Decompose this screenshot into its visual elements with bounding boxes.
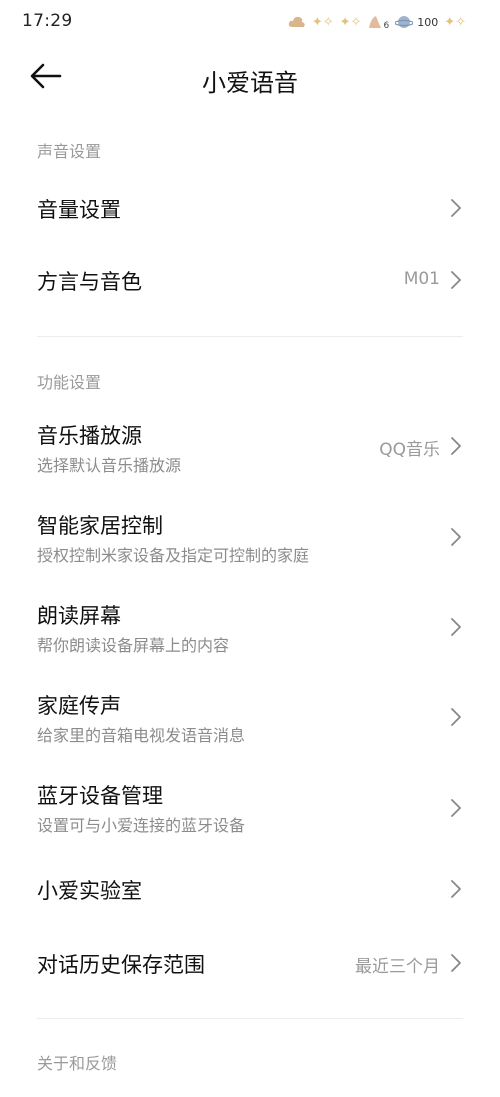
row-bluetooth-devices[interactable]: 蓝牙设备管理 设置可与小爱连接的蓝牙设备 xyxy=(0,772,500,842)
section-header-sound: 声音设置 xyxy=(37,142,102,161)
row-title: 小爱实验室 xyxy=(37,879,142,903)
status-time: 17:29 xyxy=(22,11,73,31)
row-read-screen[interactable]: 朗读屏幕 帮你朗读设备屏幕上的内容 xyxy=(0,592,500,662)
row-value: M01 xyxy=(403,269,440,289)
row-title: 朗读屏幕 xyxy=(37,604,121,628)
sparkle-icon: ✦✧ xyxy=(444,14,466,30)
status-bar: 17:29 ✦✧ ✦✧ 6 100 ✦✧ xyxy=(0,0,500,44)
row-title: 音量设置 xyxy=(37,198,121,222)
row-title: 智能家居控制 xyxy=(37,514,163,538)
row-title: 对话历史保存范围 xyxy=(37,953,205,977)
sparkle-icon: ✦✧ xyxy=(339,14,362,30)
chevron-right-icon xyxy=(451,199,461,217)
row-subtitle: 帮你朗读设备屏幕上的内容 xyxy=(37,636,230,655)
row-value: 最近三个月 xyxy=(355,957,440,977)
chevron-right-icon xyxy=(451,799,461,817)
chevron-right-icon xyxy=(451,708,461,726)
row-dialect-voice[interactable]: 方言与音色 M01 xyxy=(0,252,500,308)
row-volume-settings[interactable]: 音量设置 xyxy=(0,180,500,236)
planet-icon xyxy=(395,16,414,28)
chevron-right-icon xyxy=(451,528,461,546)
sparkle-icon: ✦✧ xyxy=(311,14,334,30)
row-subtitle: 设置可与小爱连接的蓝牙设备 xyxy=(37,816,246,835)
row-title: 方言与音色 xyxy=(37,270,142,294)
row-subtitle: 授权控制米家设备及指定可控制的家庭 xyxy=(37,546,310,565)
row-smart-home-control[interactable]: 智能家居控制 授权控制米家设备及指定可控制的家庭 xyxy=(0,502,500,572)
section-divider xyxy=(37,336,463,337)
row-family-broadcast[interactable]: 家庭传声 给家里的音箱电视发语音消息 xyxy=(0,682,500,752)
row-xiaoai-lab[interactable]: 小爱实验室 xyxy=(0,861,500,917)
row-subtitle: 选择默认音乐播放源 xyxy=(37,456,182,475)
chevron-right-icon xyxy=(451,880,461,898)
battery-level: 100 xyxy=(417,15,439,29)
row-music-source[interactable]: 音乐播放源 选择默认音乐播放源 QQ音乐 xyxy=(0,412,500,482)
chevron-right-icon xyxy=(451,618,461,636)
section-header-function: 功能设置 xyxy=(37,373,102,392)
section-divider xyxy=(37,1018,463,1019)
page-title: 小爱语音 xyxy=(202,69,298,97)
chevron-right-icon xyxy=(451,437,461,455)
row-title: 家庭传声 xyxy=(37,694,121,718)
row-value: QQ音乐 xyxy=(379,440,440,460)
app-header: 小爱语音 xyxy=(0,50,500,108)
chevron-right-icon xyxy=(451,271,461,289)
row-chat-history-range[interactable]: 对话历史保存范围 最近三个月 xyxy=(0,935,500,991)
cloud-icon xyxy=(288,16,305,27)
status-icons: ✦✧ ✦✧ 6 100 ✦✧ xyxy=(288,12,466,32)
row-subtitle: 给家里的音箱电视发语音消息 xyxy=(37,726,246,745)
section-header-about: 关于和反馈 xyxy=(37,1054,118,1073)
row-title: 蓝牙设备管理 xyxy=(37,784,163,808)
notification-count: 6 xyxy=(383,21,390,31)
shell-icon xyxy=(369,16,382,28)
row-title: 音乐播放源 xyxy=(37,424,142,448)
chevron-right-icon xyxy=(451,954,461,972)
